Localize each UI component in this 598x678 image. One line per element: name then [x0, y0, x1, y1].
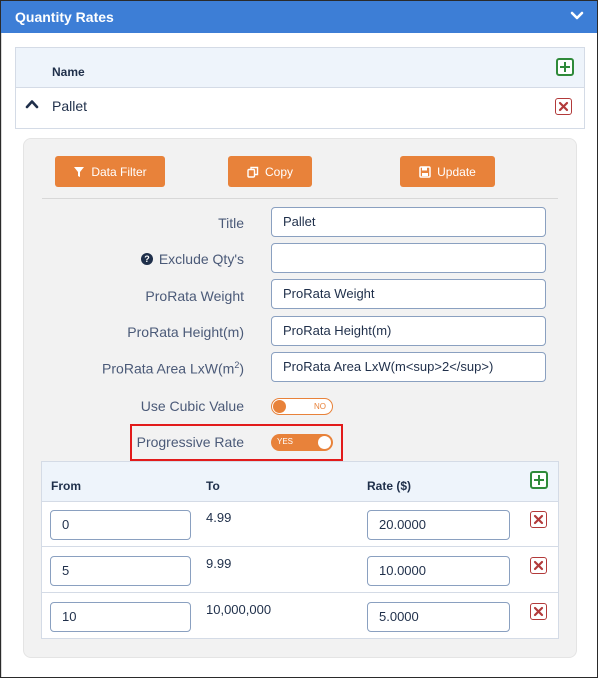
copy-icon [247, 166, 259, 178]
from-field[interactable]: 10 [50, 602, 191, 632]
save-icon [419, 165, 431, 178]
table-row: 0 4.99 20.0000 [42, 502, 558, 547]
progressive-rate-toggle[interactable]: YES [271, 434, 333, 451]
close-icon [533, 560, 543, 570]
close-icon [533, 606, 543, 616]
chevron-down-icon[interactable] [569, 8, 585, 24]
prorata-area-field[interactable]: ProRata Area LxW(m<sup>2</sup>) [271, 352, 546, 382]
toggle-knob [318, 436, 331, 449]
close-icon [533, 514, 543, 524]
update-label: Update [437, 164, 476, 179]
panel-title: Quantity Rates [15, 9, 114, 25]
prorata-area-label: ProRata Area LxW(m2) [102, 360, 244, 377]
rate-field[interactable]: 20.0000 [367, 510, 510, 540]
title-field[interactable]: Pallet [271, 207, 546, 237]
copy-label: Copy [264, 164, 293, 179]
delete-rate-button[interactable] [530, 511, 547, 528]
column-header-to: To [206, 479, 220, 493]
delete-rate-button[interactable] [530, 603, 547, 620]
progressive-rate-label: Progressive Rate [136, 434, 244, 450]
panel-header[interactable]: Quantity Rates [1, 1, 597, 33]
prorata-area-label-close: ) [239, 360, 244, 377]
table-row: 10 10,000,000 5.0000 [42, 594, 558, 639]
rate-grid: From To Rate ($) 0 4.99 20.0000 5 9.99 1… [41, 461, 559, 639]
use-cubic-state: NO [314, 402, 326, 411]
toggle-knob [273, 400, 286, 413]
progressive-rate-state: YES [277, 437, 294, 446]
prorata-weight-label: ProRata Weight [145, 288, 244, 304]
prorata-area-label-text: ProRata Area LxW(m [102, 360, 235, 377]
to-value: 9.99 [206, 556, 232, 571]
filter-icon [74, 166, 85, 177]
copy-button[interactable]: Copy [228, 156, 312, 187]
from-field[interactable]: 0 [50, 510, 191, 540]
column-header-from: From [51, 479, 81, 493]
help-icon[interactable]: ? [140, 253, 153, 265]
title-label: Title [218, 215, 244, 231]
row-name-value: Pallet [52, 98, 88, 114]
table-row: 5 9.99 10.0000 [42, 548, 558, 593]
from-field[interactable]: 5 [50, 556, 191, 586]
update-button[interactable]: Update [400, 156, 495, 187]
exclude-qty-label-group: ? Exclude Qty's [140, 251, 244, 267]
column-header-name: Name [52, 65, 85, 79]
data-filter-label: Data Filter [91, 164, 147, 179]
name-grid: Name Pallet [15, 47, 585, 129]
exclude-qty-field[interactable] [271, 243, 546, 273]
toolbar-divider [42, 198, 558, 199]
use-cubic-label: Use Cubic Value [140, 398, 244, 414]
name-grid-header: Name [16, 48, 584, 88]
table-row[interactable]: Pallet [16, 89, 584, 129]
exclude-qty-label: Exclude Qty's [158, 251, 244, 267]
delete-name-button[interactable] [555, 98, 572, 115]
column-header-rate: Rate ($) [367, 479, 412, 493]
prorata-height-field[interactable]: ProRata Height(m) [271, 316, 546, 346]
chevron-up-icon[interactable] [25, 97, 39, 111]
to-value: 4.99 [206, 510, 232, 525]
close-icon [558, 101, 568, 111]
add-name-button[interactable] [556, 58, 574, 76]
prorata-height-label: ProRata Height(m) [127, 324, 244, 340]
svg-text:?: ? [144, 254, 150, 264]
rate-field[interactable]: 5.0000 [367, 602, 510, 632]
prorata-weight-field[interactable]: ProRata Weight [271, 279, 546, 309]
use-cubic-toggle[interactable]: NO [271, 398, 333, 415]
rate-grid-header: From To Rate ($) [42, 462, 558, 502]
rate-field[interactable]: 10.0000 [367, 556, 510, 586]
to-value: 10,000,000 [206, 602, 272, 617]
add-rate-button[interactable] [530, 471, 548, 489]
data-filter-button[interactable]: Data Filter [55, 156, 165, 187]
delete-rate-button[interactable] [530, 557, 547, 574]
